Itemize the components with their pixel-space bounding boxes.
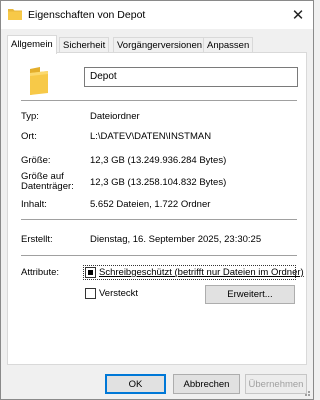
- location-value: L:\DATEV\DATEN\INSTMAN: [90, 131, 212, 142]
- close-icon: ✕: [291, 7, 305, 24]
- readonly-checkbox[interactable]: [85, 267, 96, 278]
- contents-value: 5.652 Dateien, 1.722 Ordner: [90, 199, 211, 210]
- window-title: Eigenschaften von Depot: [28, 9, 146, 21]
- folder-icon: [30, 67, 48, 95]
- advanced-button[interactable]: Erweitert...: [205, 285, 295, 304]
- type-value: Dateiordner: [90, 111, 140, 122]
- size-value: 12,3 GB (13.249.936.284 Bytes): [90, 155, 227, 166]
- general-panel: Depot Typ: Dateiordner Ort: L:\DATEV\DAT…: [7, 52, 307, 365]
- tab-allgemein[interactable]: Allgemein: [7, 35, 57, 54]
- tab-anpassen[interactable]: Anpassen: [203, 37, 254, 53]
- separator: [21, 219, 297, 220]
- created-value: Dienstag, 16. September 2025, 23:30:25: [90, 234, 262, 245]
- readonly-label[interactable]: Schreibgeschützt (betrifft nur Dateien i…: [99, 267, 304, 278]
- ok-button[interactable]: OK: [105, 374, 166, 394]
- tab-vorgaengerversionen[interactable]: Vorgängerversionen: [113, 37, 207, 53]
- separator: [21, 100, 297, 101]
- separator: [21, 255, 297, 256]
- folder-name-input[interactable]: Depot: [84, 67, 298, 87]
- disk-size-value: 12,3 GB (13.258.104.832 Bytes): [90, 177, 227, 188]
- type-label: Typ:: [21, 111, 39, 122]
- folder-icon: [8, 9, 22, 20]
- hidden-label[interactable]: Versteckt: [99, 288, 138, 299]
- apply-button[interactable]: Übernehmen: [245, 374, 307, 394]
- size-label: Größe:: [21, 155, 51, 166]
- hidden-checkbox[interactable]: [85, 288, 96, 299]
- disk-size-label-line2: Datenträger:: [21, 181, 74, 192]
- created-label: Erstellt:: [21, 234, 53, 245]
- attributes-label: Attribute:: [21, 267, 60, 278]
- title-bar: Eigenschaften von Depot ✕: [1, 1, 313, 29]
- cancel-button[interactable]: Abbrechen: [173, 374, 240, 394]
- properties-dialog: Eigenschaften von Depot ✕ Sicherheit Vor…: [0, 0, 314, 400]
- resize-grip-icon[interactable]: [301, 387, 311, 397]
- close-button[interactable]: ✕: [283, 1, 313, 29]
- indeterminate-mark: [88, 270, 93, 275]
- contents-label: Inhalt:: [21, 199, 47, 210]
- location-label: Ort:: [21, 131, 37, 142]
- tab-sicherheit[interactable]: Sicherheit: [59, 37, 110, 53]
